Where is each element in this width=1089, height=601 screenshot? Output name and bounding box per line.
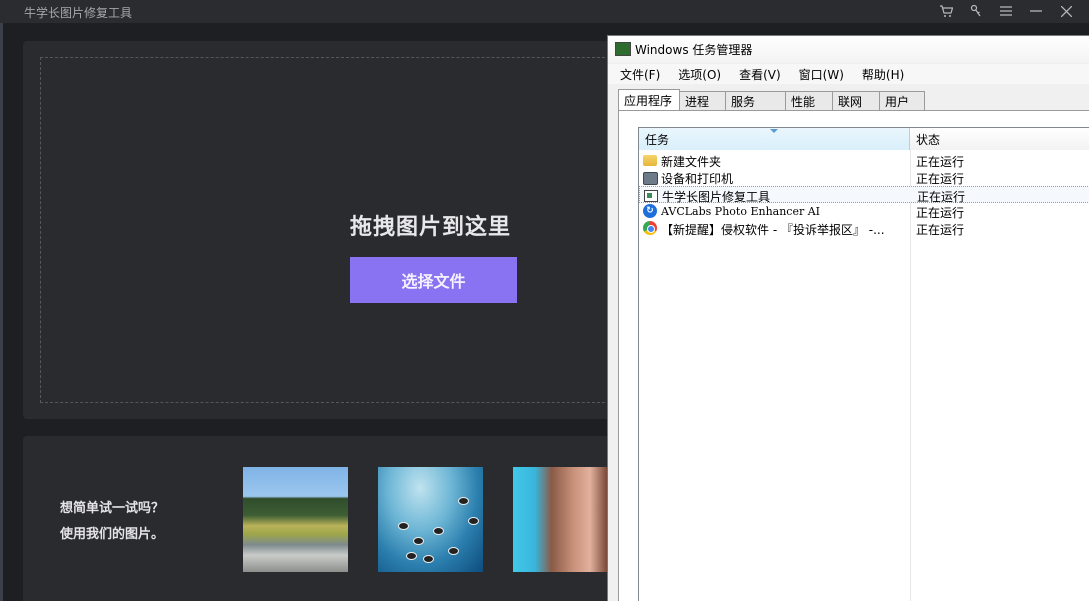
- sample-prompt-line1: 想简单试一试吗？: [60, 501, 165, 516]
- fish-shape: [413, 537, 424, 545]
- chrome-icon: [643, 221, 657, 235]
- sort-arrow-icon: [770, 129, 778, 133]
- task-list: 任务 状态 新建文件夹 正在运行 设备和打印机 正在运行 牛学长图片修复工具 正…: [638, 127, 1089, 601]
- menu-icon[interactable]: [991, 2, 1021, 20]
- task-row[interactable]: 设备和打印机 正在运行: [639, 169, 1089, 186]
- tab-users[interactable]: 用户: [879, 91, 925, 110]
- fish-shape: [406, 552, 417, 560]
- menu-options[interactable]: 选项(O): [666, 64, 727, 84]
- task-list-header: 任务 状态: [639, 128, 1089, 150]
- sample-image-fish[interactable]: [378, 467, 483, 572]
- task-status: 正在运行: [916, 155, 965, 169]
- task-row-selected[interactable]: 牛学长图片修复工具 正在运行: [639, 186, 1089, 204]
- fish-shape: [423, 555, 434, 563]
- close-icon[interactable]: [1051, 2, 1081, 20]
- minimize-icon[interactable]: [1021, 2, 1051, 20]
- titlebar-controls: [931, 2, 1081, 20]
- task-name: AVCLabs Photo Enhancer AI: [661, 205, 821, 218]
- task-manager-icon: [615, 42, 631, 56]
- fish-shape: [458, 497, 469, 505]
- task-status: 正在运行: [916, 172, 965, 186]
- drop-zone[interactable]: [40, 57, 620, 403]
- fish-shape: [468, 517, 479, 525]
- tab-performance[interactable]: 性能: [785, 91, 833, 110]
- folder-icon: [643, 155, 657, 166]
- task-name: 设备和打印机: [661, 172, 734, 186]
- tab-networking[interactable]: 联网: [832, 91, 880, 110]
- task-status: 正在运行: [916, 223, 965, 237]
- column-task[interactable]: 任务: [639, 128, 910, 150]
- tab-applications[interactable]: 应用程序: [618, 89, 680, 110]
- sample-prompt: 想简单试一试吗？ 使用我们的图片。: [60, 496, 164, 548]
- cart-icon[interactable]: [931, 2, 961, 20]
- avclabs-icon: ↻: [643, 204, 657, 218]
- tm-title: Windows 任务管理器: [635, 43, 753, 57]
- tm-pane: 任务 状态 新建文件夹 正在运行 设备和打印机 正在运行 牛学长图片修复工具 正…: [618, 110, 1089, 601]
- app-titlebar: 牛学长图片修复工具: [0, 0, 1089, 23]
- menu-file[interactable]: 文件(F): [608, 64, 666, 84]
- key-icon[interactable]: [961, 2, 991, 20]
- task-status: 正在运行: [916, 206, 965, 220]
- tm-tabs: 应用程序 进程 服务 性能 联网 用户: [618, 89, 925, 110]
- task-row[interactable]: 新建文件夹 正在运行: [639, 152, 1089, 169]
- drop-panel: 拖拽图片到这里 选择文件: [23, 41, 623, 419]
- column-status[interactable]: 状态: [910, 128, 1089, 150]
- column-status-label: 状态: [916, 132, 941, 147]
- menu-view[interactable]: 查看(V): [727, 64, 787, 84]
- fish-shape: [398, 522, 409, 530]
- task-row[interactable]: ↻ AVCLabs Photo Enhancer AI 正在运行: [639, 203, 1089, 220]
- app-icon: [644, 190, 658, 202]
- desktop-edge: [0, 23, 3, 601]
- choose-file-button[interactable]: 选择文件: [350, 257, 517, 303]
- task-row[interactable]: 【新提醒】侵权软件 - 『投诉举报区』 -... 正在运行: [639, 220, 1089, 237]
- task-name: 【新提醒】侵权软件 - 『投诉举报区』 -...: [661, 223, 885, 237]
- drop-title: 拖拽图片到这里: [350, 215, 512, 240]
- tab-processes[interactable]: 进程: [679, 91, 726, 110]
- printer-icon: [643, 172, 658, 185]
- fish-shape: [433, 527, 444, 535]
- tm-menubar: 文件(F) 选项(O) 查看(V) 窗口(W) 帮助(H): [608, 64, 1089, 84]
- column-task-label: 任务: [645, 132, 670, 147]
- tab-services[interactable]: 服务: [725, 91, 786, 110]
- sample-image-landscape[interactable]: [243, 467, 348, 572]
- sample-prompt-line2: 使用我们的图片。: [60, 527, 165, 542]
- fish-shape: [448, 547, 459, 555]
- task-name: 新建文件夹: [661, 155, 722, 169]
- task-manager-window: Windows 任务管理器 文件(F) 选项(O) 查看(V) 窗口(W) 帮助…: [607, 35, 1089, 601]
- menu-help[interactable]: 帮助(H): [850, 64, 910, 84]
- menu-window[interactable]: 窗口(W): [787, 64, 850, 84]
- sample-panel: 想简单试一试吗？ 使用我们的图片。: [23, 436, 623, 601]
- tm-titlebar[interactable]: Windows 任务管理器: [608, 36, 1089, 63]
- app-title: 牛学长图片修复工具: [24, 6, 133, 20]
